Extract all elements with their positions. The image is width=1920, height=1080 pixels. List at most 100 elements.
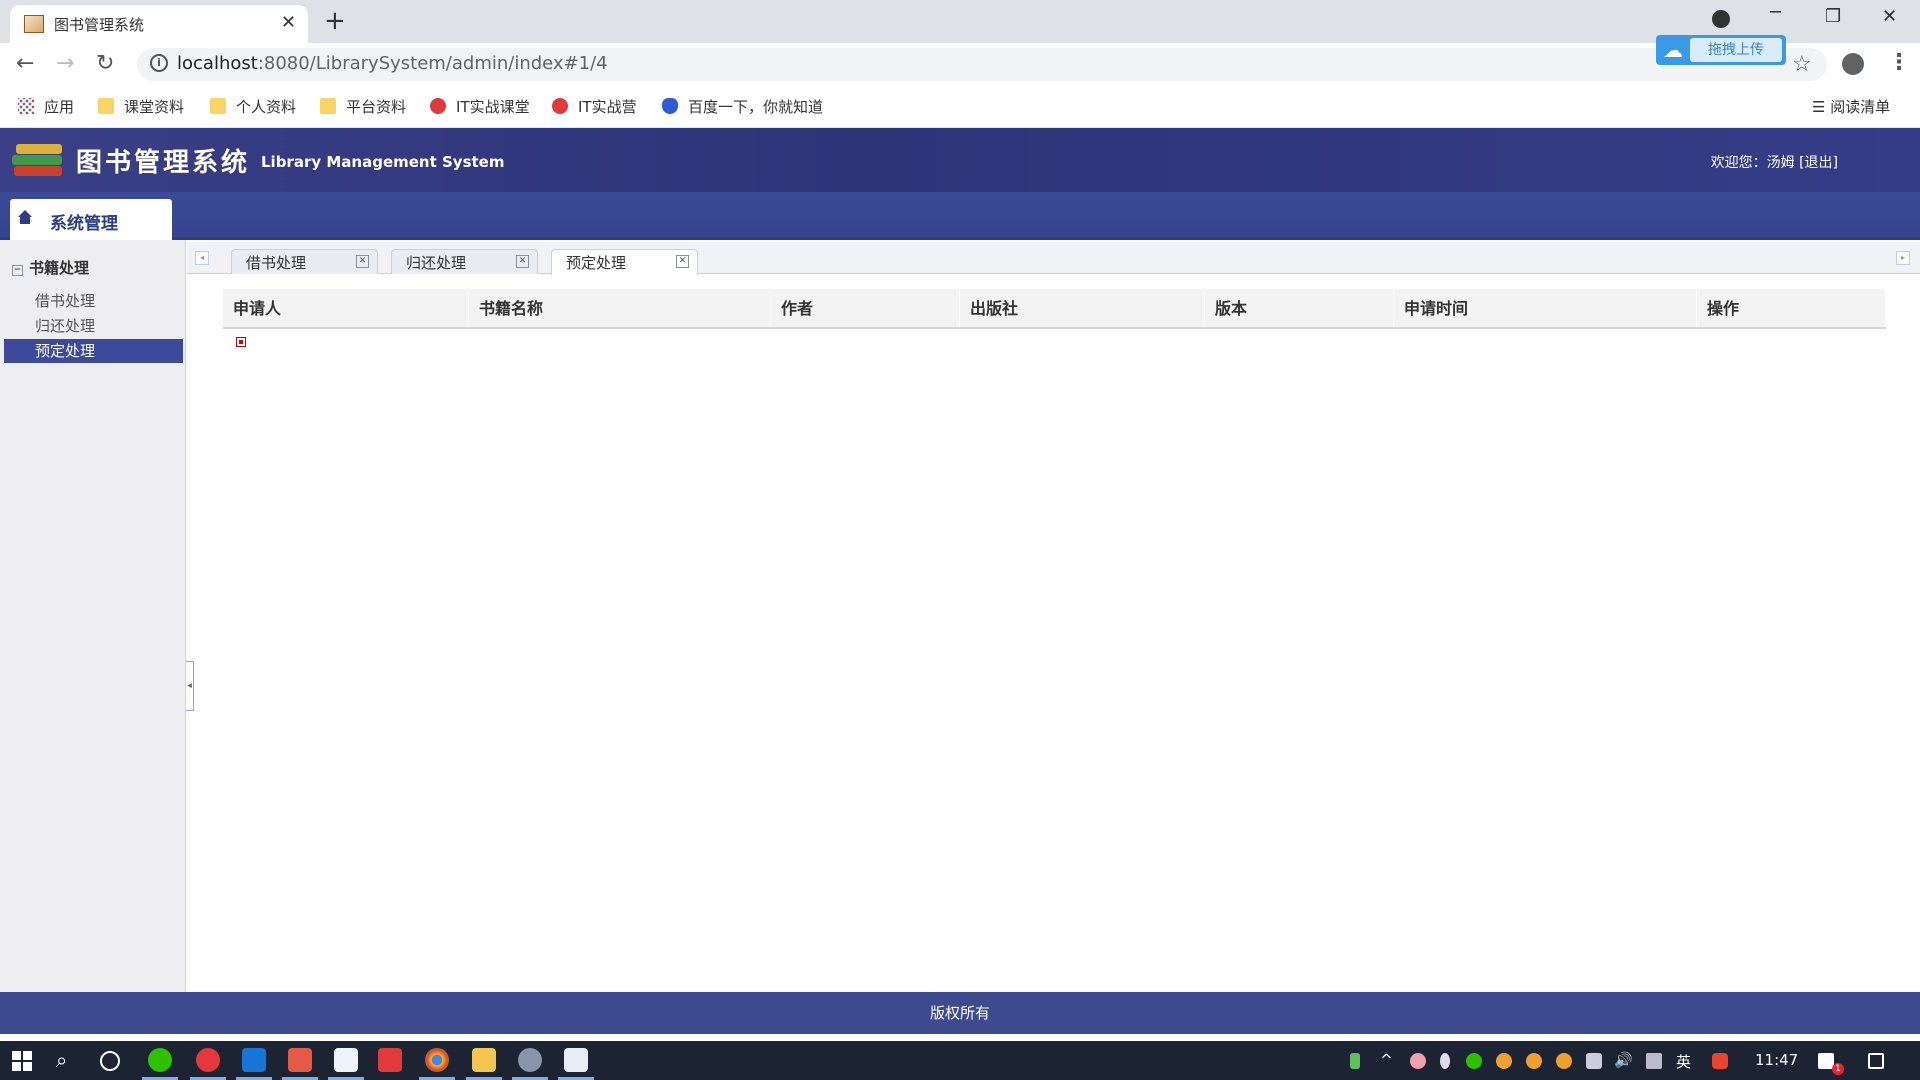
- profile-avatar-icon[interactable]: [1842, 53, 1864, 75]
- bookmark-link[interactable]: IT实战课堂: [430, 96, 530, 117]
- file-explorer-icon[interactable]: [472, 1048, 496, 1072]
- battery-icon[interactable]: [1586, 1053, 1602, 1069]
- module-tab-label: 系统管理: [50, 214, 118, 234]
- close-tab-icon[interactable]: ✕: [281, 12, 296, 33]
- tab-label: 归还处理: [406, 254, 467, 272]
- settings-gear-icon[interactable]: [518, 1048, 542, 1072]
- reading-list-label: 阅读清单: [1830, 98, 1891, 116]
- qq-icon[interactable]: [1526, 1053, 1542, 1069]
- column-header-publisher[interactable]: 出版社: [960, 289, 1205, 327]
- broken-image-icon: [236, 337, 246, 347]
- tab-borrow[interactable]: 借书处理 ✕: [231, 249, 378, 274]
- browser-tab-title: 图书管理系统: [54, 16, 145, 34]
- tab-return[interactable]: 归还处理 ✕: [391, 249, 538, 274]
- bookmark-label: 课堂资料: [124, 98, 185, 116]
- sidebar-item-reserve[interactable]: 预定处理: [4, 339, 183, 363]
- browser-menu-icon[interactable]: ⋮: [1888, 50, 1910, 75]
- bookmark-star-icon[interactable]: ☆: [1792, 52, 1812, 77]
- baidu-netdisk-icon[interactable]: [334, 1048, 358, 1072]
- bookmark-folder[interactable]: 个人资料: [210, 96, 296, 117]
- close-tab-icon[interactable]: ✕: [676, 255, 689, 268]
- itshizhan-icon: [430, 98, 446, 114]
- folder-icon: [320, 98, 336, 114]
- close-tab-icon[interactable]: ✕: [356, 255, 369, 268]
- close-tab-icon[interactable]: ✕: [516, 255, 529, 268]
- close-window-button[interactable]: ✕: [1882, 6, 1897, 27]
- column-header-action[interactable]: 操作: [1697, 289, 1886, 327]
- sidebar-item-borrow[interactable]: 借书处理: [4, 289, 183, 313]
- site-info-icon[interactable]: i: [150, 54, 168, 72]
- bookmark-label: 百度一下，你就知道: [688, 98, 824, 116]
- bookmark-link[interactable]: IT实战营: [552, 96, 637, 117]
- feishu-icon[interactable]: [242, 1048, 266, 1072]
- column-header-author[interactable]: 作者: [771, 289, 960, 327]
- sidebar-collapse-handle[interactable]: ◂: [186, 661, 194, 711]
- sidebar: − 书籍处理 借书处理 归还处理 预定处理: [0, 240, 186, 992]
- table-header: 申请人 书籍名称 作者 出版社 版本 申请时间 操作: [223, 289, 1886, 329]
- address-bar[interactable]: i localhost:8080/LibrarySystem/admin/ind…: [137, 48, 1827, 81]
- wechat-icon[interactable]: [148, 1048, 172, 1072]
- windows-start-icon[interactable]: [12, 1051, 32, 1071]
- wps-icon[interactable]: [378, 1048, 402, 1072]
- battery-app-icon[interactable]: [1350, 1053, 1360, 1069]
- action-center-icon[interactable]: [1868, 1053, 1884, 1069]
- collapse-icon[interactable]: −: [12, 265, 23, 276]
- bookmark-apps[interactable]: 应用: [18, 96, 74, 117]
- qq-icon[interactable]: [1496, 1053, 1512, 1069]
- new-tab-button[interactable]: +: [324, 6, 346, 36]
- folder-icon: [210, 98, 226, 114]
- restore-button[interactable]: ❐: [1825, 6, 1841, 27]
- sogou-input-icon[interactable]: [1712, 1053, 1728, 1069]
- profile-dropdown-icon[interactable]: [1712, 10, 1730, 28]
- upload-label: 拖拽上传: [1690, 38, 1782, 62]
- cortana-icon[interactable]: [100, 1051, 120, 1071]
- module-tab-system[interactable]: 系统管理: [10, 199, 172, 240]
- bookmark-label: IT实战课堂: [456, 98, 530, 116]
- minimize-button[interactable]: ─: [1770, 2, 1781, 23]
- wechat-tray-icon[interactable]: [1466, 1053, 1482, 1069]
- tabs-scroll-right-icon[interactable]: ▸: [1896, 251, 1910, 265]
- logout-link[interactable]: [退出]: [1799, 155, 1838, 171]
- sidebar-item-return[interactable]: 归还处理: [4, 314, 183, 338]
- column-header-book-name[interactable]: 书籍名称: [469, 289, 771, 327]
- column-header-edition[interactable]: 版本: [1205, 289, 1394, 327]
- sidebar-group-books[interactable]: − 书籍处理: [12, 257, 89, 278]
- tray-app-icon[interactable]: [1410, 1053, 1426, 1069]
- welcome-user: 欢迎您：汤姆: [1710, 155, 1795, 171]
- clock-time[interactable]: 11:47: [1755, 1051, 1798, 1069]
- bookmark-link[interactable]: 百度一下，你就知道: [662, 96, 823, 117]
- tabs-scroll-left-icon[interactable]: ◂: [195, 251, 209, 265]
- reservation-table: 申请人 书籍名称 作者 出版社 版本 申请时间 操作: [223, 289, 1886, 347]
- column-header-applicant[interactable]: 申请人: [223, 289, 469, 327]
- app-icon[interactable]: [564, 1048, 588, 1072]
- folder-icon: [98, 98, 114, 114]
- microphone-icon[interactable]: [1440, 1053, 1450, 1069]
- home-icon: [18, 210, 32, 224]
- network-icon[interactable]: [1646, 1053, 1662, 1069]
- itshizhan-icon: [552, 98, 568, 114]
- column-header-apply-time[interactable]: 申请时间: [1394, 289, 1697, 327]
- browser-tab[interactable]: 图书管理系统 ✕: [10, 5, 308, 43]
- bookmark-label: IT实战营: [578, 98, 637, 116]
- module-nav: 系统管理: [0, 192, 1920, 240]
- bookmark-folder[interactable]: 平台资料: [320, 96, 406, 117]
- reload-button[interactable]: ↻: [96, 51, 114, 76]
- search-icon[interactable]: ⌕: [56, 1048, 67, 1072]
- tab-reserve[interactable]: 预定处理 ✕: [551, 249, 698, 275]
- qq-icon[interactable]: [1556, 1053, 1572, 1069]
- xmind-icon[interactable]: [288, 1048, 312, 1072]
- forward-button[interactable]: →: [56, 51, 74, 76]
- chrome-icon[interactable]: [425, 1048, 449, 1072]
- netease-music-icon[interactable]: [196, 1048, 220, 1072]
- tab-label: 预定处理: [566, 254, 627, 272]
- bookmark-folder[interactable]: 课堂资料: [98, 96, 184, 117]
- page-footer: 版权所有: [0, 992, 1920, 1034]
- content-tabbar: ◂ 借书处理 ✕ 归还处理 ✕ 预定处理 ✕ ▸: [187, 242, 1920, 275]
- volume-icon[interactable]: 🔊: [1614, 1051, 1633, 1069]
- show-hidden-icons-icon[interactable]: ^: [1380, 1051, 1393, 1069]
- reading-list-button[interactable]: ☰ 阅读清单: [1812, 96, 1890, 117]
- baidu-upload-widget[interactable]: ☁ 拖拽上传: [1656, 35, 1786, 65]
- input-method-indicator[interactable]: 英: [1676, 1051, 1691, 1072]
- back-button[interactable]: ←: [16, 51, 34, 76]
- url-text[interactable]: localhost:8080/LibrarySystem/admin/index…: [177, 53, 608, 74]
